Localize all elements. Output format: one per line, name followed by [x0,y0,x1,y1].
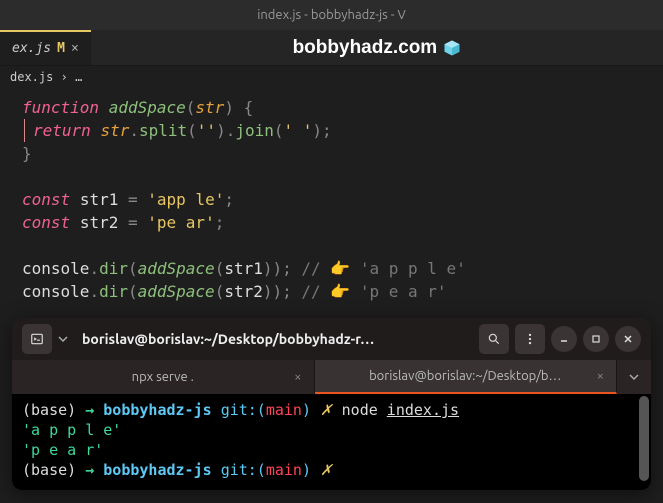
tab-filename: ex.js [12,41,51,56]
terminal-tab-label: npx serve . [132,370,194,384]
minimize-button[interactable] [551,326,577,352]
terminal-body[interactable]: (base) → bobbyhadz-js git:(main) ✗ node … [12,394,651,490]
editor-tab[interactable]: ex.js M × [0,30,91,65]
site-brand: bobbyhadz.com [91,37,663,59]
terminal-line: (base) → bobbyhadz-js git:(main) ✗ [22,460,641,480]
close-icon[interactable]: × [294,370,301,384]
terminal-line: (base) → bobbyhadz-js git:(main) ✗ node … [22,400,641,420]
menu-button[interactable] [515,324,545,354]
new-tab-button[interactable] [22,324,52,354]
scrollbar-thumb[interactable] [639,396,649,481]
code-line: } [22,142,641,165]
code-line: const str1 = 'app le'; [22,188,641,211]
window-title: index.js - bobbyhadz-js - V [257,8,406,22]
terminal-tab-2[interactable]: borislav@borislav:~/Desktop/b… × [315,360,618,394]
terminal-line: 'a p p l e' [22,420,641,440]
maximize-button[interactable] [583,326,609,352]
code-line [22,165,641,188]
terminal-tab-bar: npx serve . × borislav@borislav:~/Deskto… [12,360,651,394]
terminal-line: 'p e a r' [22,440,641,460]
terminal-tab-dropdown[interactable] [617,360,651,394]
cube-icon [443,39,461,57]
window-title-bar: index.js - bobbyhadz-js - V [0,0,663,30]
close-icon[interactable]: × [597,369,604,383]
code-editor[interactable]: function addSpace(str) { return str.spli… [0,88,663,311]
editor-tab-bar: ex.js M × bobbyhadz.com [0,30,663,66]
terminal-tab-1[interactable]: npx serve . × [12,360,315,394]
breadcrumb-separator: › [61,70,68,84]
chevron-down-icon[interactable] [58,334,68,344]
terminal-header: borislav@borislav:~/Desktop/bobbyhadz-r… [12,318,651,360]
code-line: return str.split('').join(' '); [22,119,641,142]
breadcrumb-file: dex.js [10,70,53,84]
code-line: const str2 = 'pe ar'; [22,211,641,234]
maximize-icon [591,334,601,344]
close-button[interactable] [615,326,641,352]
terminal-scrollbar[interactable] [639,396,649,486]
code-line: console.dir(addSpace(str1)); // 👉️ 'a p … [22,257,641,280]
code-line: console.dir(addSpace(str2)); // 👉️ 'p e … [22,280,641,303]
terminal-window: borislav@borislav:~/Desktop/bobbyhadz-r…… [12,318,651,490]
close-icon[interactable]: × [71,41,79,56]
terminal-icon [30,332,44,346]
minimize-icon [559,334,569,344]
code-line: function addSpace(str) { [22,96,641,119]
breadcrumb[interactable]: dex.js › … [0,66,663,88]
terminal-tab-label: borislav@borislav:~/Desktop/b… [369,369,561,383]
terminal-title: borislav@borislav:~/Desktop/bobbyhadz-r… [74,331,473,347]
close-icon [623,334,633,344]
kebab-icon [523,332,537,346]
search-icon [487,332,501,346]
chevron-down-icon [629,372,639,382]
site-name-text: bobbyhadz.com [293,37,438,59]
search-button[interactable] [479,324,509,354]
code-line [22,234,641,257]
tab-modified-indicator: M [57,41,65,56]
breadcrumb-more: … [75,70,82,84]
